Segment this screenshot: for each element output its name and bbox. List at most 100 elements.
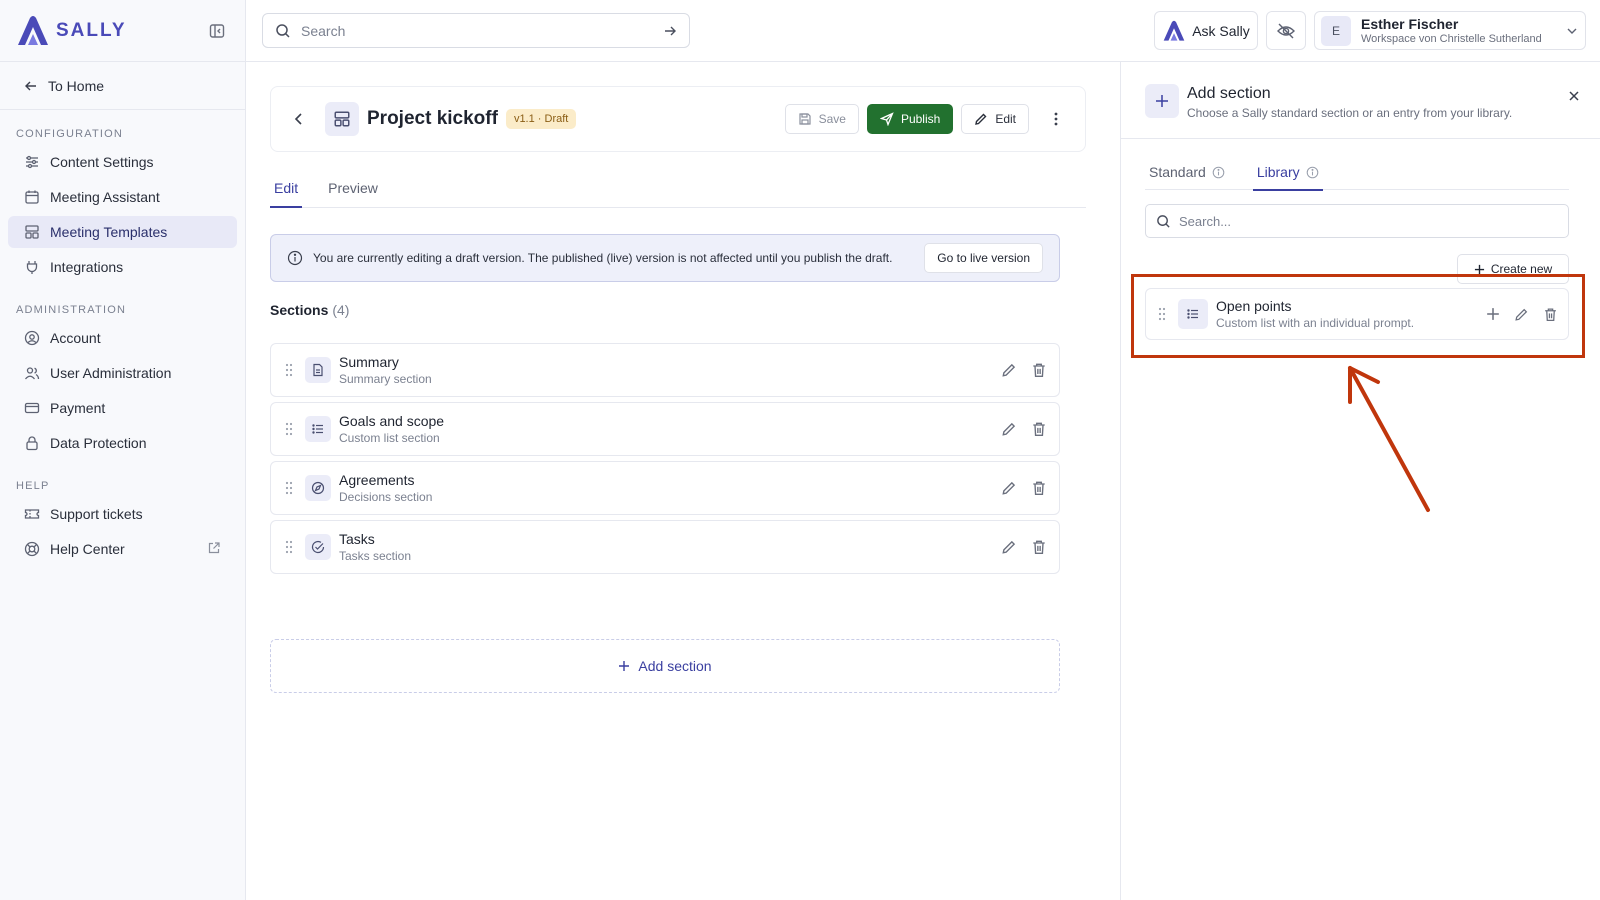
list-icon — [305, 416, 331, 442]
sidebar-item-data-protection[interactable]: Data Protection — [8, 427, 237, 459]
create-new-label: Create new — [1490, 262, 1553, 276]
sidebar-item-account[interactable]: Account — [8, 322, 237, 354]
ask-sally-label: Ask Sally — [1192, 22, 1250, 39]
drag-handle-icon[interactable] — [1156, 307, 1168, 321]
sidebar-item-meeting-templates[interactable]: Meeting Templates — [8, 216, 237, 248]
pencil-icon[interactable] — [1001, 362, 1017, 378]
plus-icon[interactable] — [1486, 307, 1500, 322]
user-circle-icon — [24, 330, 40, 346]
sidebar-item-support-tickets[interactable]: Support tickets — [8, 498, 237, 530]
sidebar-item-label: User Administration — [50, 365, 172, 381]
to-home-link[interactable]: To Home — [0, 62, 245, 110]
drag-handle-icon[interactable] — [283, 422, 295, 436]
panel-subtitle: Choose a Sally standard section or an en… — [1187, 106, 1513, 120]
create-new-button[interactable]: Create new — [1457, 254, 1569, 284]
sidebar-item-meeting-assistant[interactable]: Meeting Assistant — [8, 181, 237, 213]
sidebar-item-user-administration[interactable]: User Administration — [8, 357, 237, 389]
section-subtitle: Custom list section — [339, 430, 440, 445]
search-icon — [276, 23, 290, 38]
add-section-panel: Add section Choose a Sally standard sect… — [1120, 62, 1600, 900]
section-text: Tasks Tasks section — [339, 531, 411, 564]
page-title: Project kickoff — [367, 108, 498, 129]
tab-library[interactable]: Library — [1252, 154, 1323, 191]
library-item-text: Open points Custom list with an individu… — [1216, 298, 1414, 331]
drag-handle-icon[interactable] — [283, 481, 295, 495]
add-section-button[interactable]: Add section — [270, 639, 1060, 693]
panel-title: Add section — [1187, 85, 1271, 102]
list-item[interactable]: Agreements Decisions section — [270, 461, 1060, 515]
chevron-down-icon — [1565, 24, 1579, 38]
lock-icon — [24, 435, 40, 451]
tab-preview[interactable]: Preview — [324, 174, 382, 207]
library-search[interactable] — [1145, 204, 1569, 238]
library-item-title: Open points — [1216, 297, 1292, 314]
user-menu[interactable]: E Esther Fischer Workspace von Christell… — [1314, 11, 1586, 50]
sidebar-item-help-center[interactable]: Help Center — [8, 533, 237, 565]
global-search[interactable] — [262, 13, 690, 48]
sidebar-item-label: Meeting Templates — [50, 224, 168, 240]
user-info: Esther Fischer Workspace von Christelle … — [1361, 16, 1542, 46]
section-title: Agreements — [339, 471, 415, 488]
sidebar-item-payment[interactable]: Payment — [8, 392, 237, 424]
send-icon — [879, 112, 894, 126]
tab-edit[interactable]: Edit — [270, 174, 303, 208]
trash-icon[interactable] — [1031, 539, 1047, 555]
sidebar-item-label: Integrations — [50, 259, 124, 275]
to-home-label: To Home — [48, 77, 105, 94]
drag-handle-icon[interactable] — [283, 363, 295, 377]
list-item[interactable]: Summary Summary section — [270, 343, 1060, 397]
trash-icon[interactable] — [1031, 421, 1047, 437]
nav-group-configuration: CONFIGURATION Content Settings Meeting A… — [0, 110, 245, 283]
plus-icon — [1145, 84, 1179, 118]
privacy-toggle-button[interactable] — [1266, 11, 1306, 50]
publish-button[interactable]: Publish — [866, 104, 954, 134]
group-label: CONFIGURATION — [16, 128, 124, 140]
lifebuoy-icon — [24, 541, 40, 557]
chevron-left-icon — [294, 113, 302, 125]
list-item[interactable]: Tasks Tasks section — [270, 520, 1060, 574]
more-options-icon[interactable] — [1043, 106, 1069, 132]
trash-icon[interactable] — [1031, 362, 1047, 378]
close-icon[interactable] — [1568, 90, 1580, 102]
library-search-input[interactable] — [1179, 213, 1558, 229]
section-text: Summary Summary section — [339, 354, 432, 387]
ticket-icon — [24, 506, 40, 522]
sidebar-item-integrations[interactable]: Integrations — [8, 251, 237, 283]
tab-standard[interactable]: Standard — [1145, 154, 1229, 190]
edit-button[interactable]: Edit — [961, 104, 1029, 134]
sidebar-item-content-settings[interactable]: Content Settings — [8, 146, 237, 178]
panel-tabs: Standard Library — [1145, 154, 1569, 191]
pencil-icon[interactable] — [1001, 539, 1017, 555]
template-icon — [325, 102, 359, 136]
pencil-icon[interactable] — [1001, 480, 1017, 496]
go-to-live-button[interactable]: Go to live version — [924, 243, 1043, 273]
library-item[interactable]: Open points Custom list with an individu… — [1145, 288, 1569, 340]
back-button[interactable] — [287, 107, 311, 131]
search-input[interactable] — [301, 22, 653, 39]
sections-heading: Sections (4) — [270, 302, 349, 318]
sections-count: (4) — [332, 302, 350, 318]
sidebar-item-label: Data Protection — [50, 435, 147, 451]
pencil-icon[interactable] — [1001, 421, 1017, 437]
sidebar: SALLY To Home CONFIGURATION Content Sett… — [0, 0, 246, 900]
trash-icon[interactable] — [1543, 307, 1558, 322]
calendar-icon — [24, 189, 40, 205]
ask-sally-button[interactable]: Ask Sally — [1154, 11, 1258, 50]
group-label: ADMINISTRATION — [16, 304, 127, 316]
save-button[interactable]: Save — [784, 104, 859, 134]
pencil-icon[interactable] — [1514, 307, 1529, 322]
trash-icon[interactable] — [1031, 480, 1047, 496]
collapse-sidebar-icon[interactable] — [205, 19, 229, 43]
brand-name: SALLY — [56, 19, 127, 41]
arrow-right-icon[interactable] — [663, 24, 677, 38]
external-link-icon — [207, 541, 221, 555]
section-subtitle: Summary section — [339, 371, 432, 386]
brand-logo[interactable]: SALLY — [16, 15, 127, 47]
compass-icon — [305, 475, 331, 501]
section-actions — [1001, 362, 1047, 378]
sidebar-item-label: Help Center — [50, 541, 125, 557]
drag-handle-icon[interactable] — [283, 540, 295, 554]
editor-tabs: Edit Preview — [270, 174, 1086, 208]
group-label: HELP — [16, 480, 50, 492]
list-item[interactable]: Goals and scope Custom list section — [270, 402, 1060, 456]
